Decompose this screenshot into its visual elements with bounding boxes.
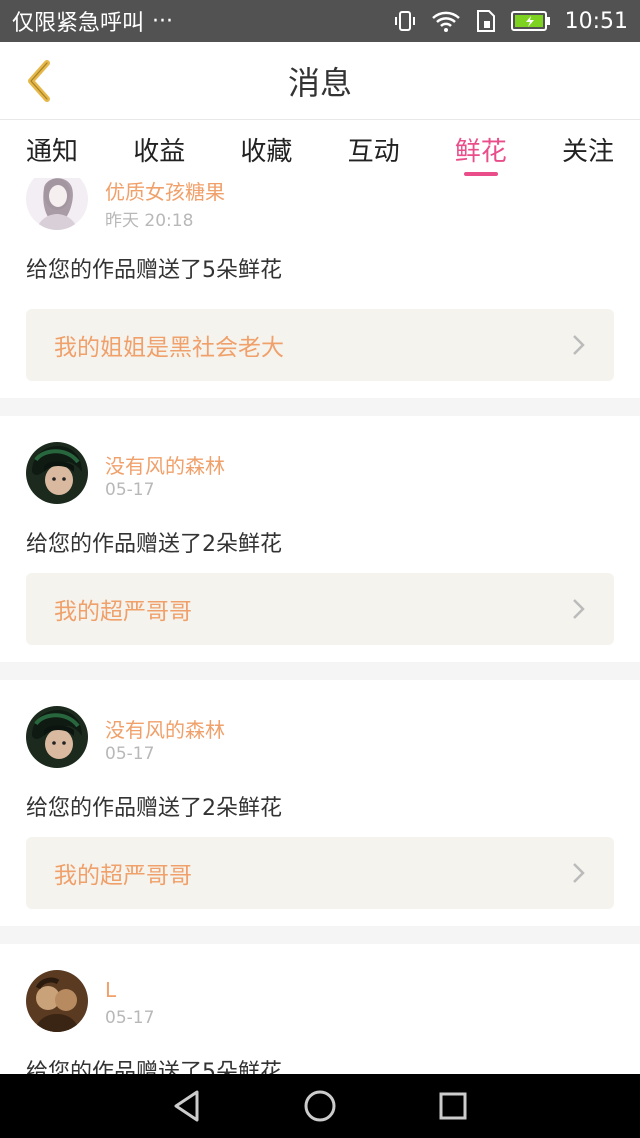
message-text: 给您的作品赠送了5朵鲜花 (26, 1060, 282, 1074)
work-link[interactable]: 我的超严哥哥 (26, 837, 614, 909)
avatar[interactable] (26, 706, 88, 768)
sender-name[interactable]: 没有风的森林 (105, 714, 225, 743)
message-card: 没有风的森林 05-17 给您的作品赠送了2朵鲜花 我的超严哥哥 (0, 416, 640, 662)
message-text: 给您的作品赠送了5朵鲜花 (26, 258, 282, 283)
avatar[interactable] (26, 970, 88, 1032)
message-list: 优质女孩糖果 昨天 20:18 给您的作品赠送了5朵鲜花 我的姐姐是黑社会老大 … (0, 178, 640, 1074)
tab-favorites[interactable]: 收藏 (226, 120, 306, 178)
sender-name[interactable]: 优质女孩糖果 (105, 178, 225, 205)
more-notifications: ··· (152, 8, 173, 34)
battery-icon (510, 10, 551, 32)
nav-recent-button[interactable] (423, 1076, 483, 1136)
sender-name[interactable]: 没有风的森林 (105, 450, 225, 479)
tab-flowers[interactable]: 鲜花 (441, 120, 521, 178)
message-card: 优质女孩糖果 昨天 20:18 给您的作品赠送了5朵鲜花 我的姐姐是黑社会老大 (0, 178, 640, 398)
clock-text: 10:51 (564, 8, 628, 34)
square-recent-icon (439, 1092, 467, 1120)
message-time: 05-17 (105, 1008, 155, 1028)
avatar[interactable] (26, 178, 88, 230)
page-title: 消息 (287, 63, 352, 102)
wifi-icon (431, 9, 461, 33)
message-time: 05-17 (105, 480, 155, 500)
avatar[interactable] (26, 442, 88, 504)
status-bar: 仅限紧急呼叫 ··· 10:51 (0, 0, 640, 42)
status-left: 仅限紧急呼叫 ··· (12, 5, 173, 37)
message-text: 给您的作品赠送了2朵鲜花 (26, 532, 282, 557)
tab-notifications[interactable]: 通知 (12, 120, 92, 178)
tab-bar: 通知 收益 收藏 互动 鲜花 关注 (0, 120, 640, 178)
message-card: 没有风的森林 05-17 给您的作品赠送了2朵鲜花 我的超严哥哥 (0, 680, 640, 926)
chevron-right-icon (573, 599, 585, 619)
chevron-right-icon (573, 863, 585, 883)
carrier-text: 仅限紧急呼叫 (12, 11, 145, 36)
work-title: 我的超严哥哥 (54, 599, 192, 625)
work-link[interactable]: 我的超严哥哥 (26, 573, 614, 645)
back-button[interactable] (14, 56, 64, 106)
status-right: 10:51 (393, 9, 628, 34)
sender-name[interactable]: L (105, 978, 116, 1002)
message-time: 昨天 20:18 (105, 211, 194, 231)
nav-back-button[interactable] (157, 1076, 217, 1136)
chevron-left-icon (28, 60, 50, 102)
work-link[interactable]: 我的姐姐是黑社会老大 (26, 309, 614, 381)
tab-interactions[interactable]: 互动 (334, 120, 414, 178)
message-card: L 05-17 给您的作品赠送了5朵鲜花 (0, 944, 640, 1074)
vibrate-icon (393, 9, 417, 33)
nav-home-button[interactable] (290, 1076, 350, 1136)
message-time: 05-17 (105, 744, 155, 764)
chevron-right-icon (573, 335, 585, 355)
system-nav-bar (0, 1074, 640, 1138)
triangle-back-icon (174, 1090, 199, 1122)
sim-icon (475, 9, 497, 33)
header: 消息 (0, 42, 640, 120)
tab-earnings[interactable]: 收益 (119, 120, 199, 178)
circle-home-icon (304, 1090, 336, 1122)
work-title: 我的超严哥哥 (54, 863, 192, 889)
message-text: 给您的作品赠送了2朵鲜花 (26, 796, 282, 821)
work-title: 我的姐姐是黑社会老大 (54, 335, 284, 361)
tab-follows[interactable]: 关注 (548, 120, 628, 178)
